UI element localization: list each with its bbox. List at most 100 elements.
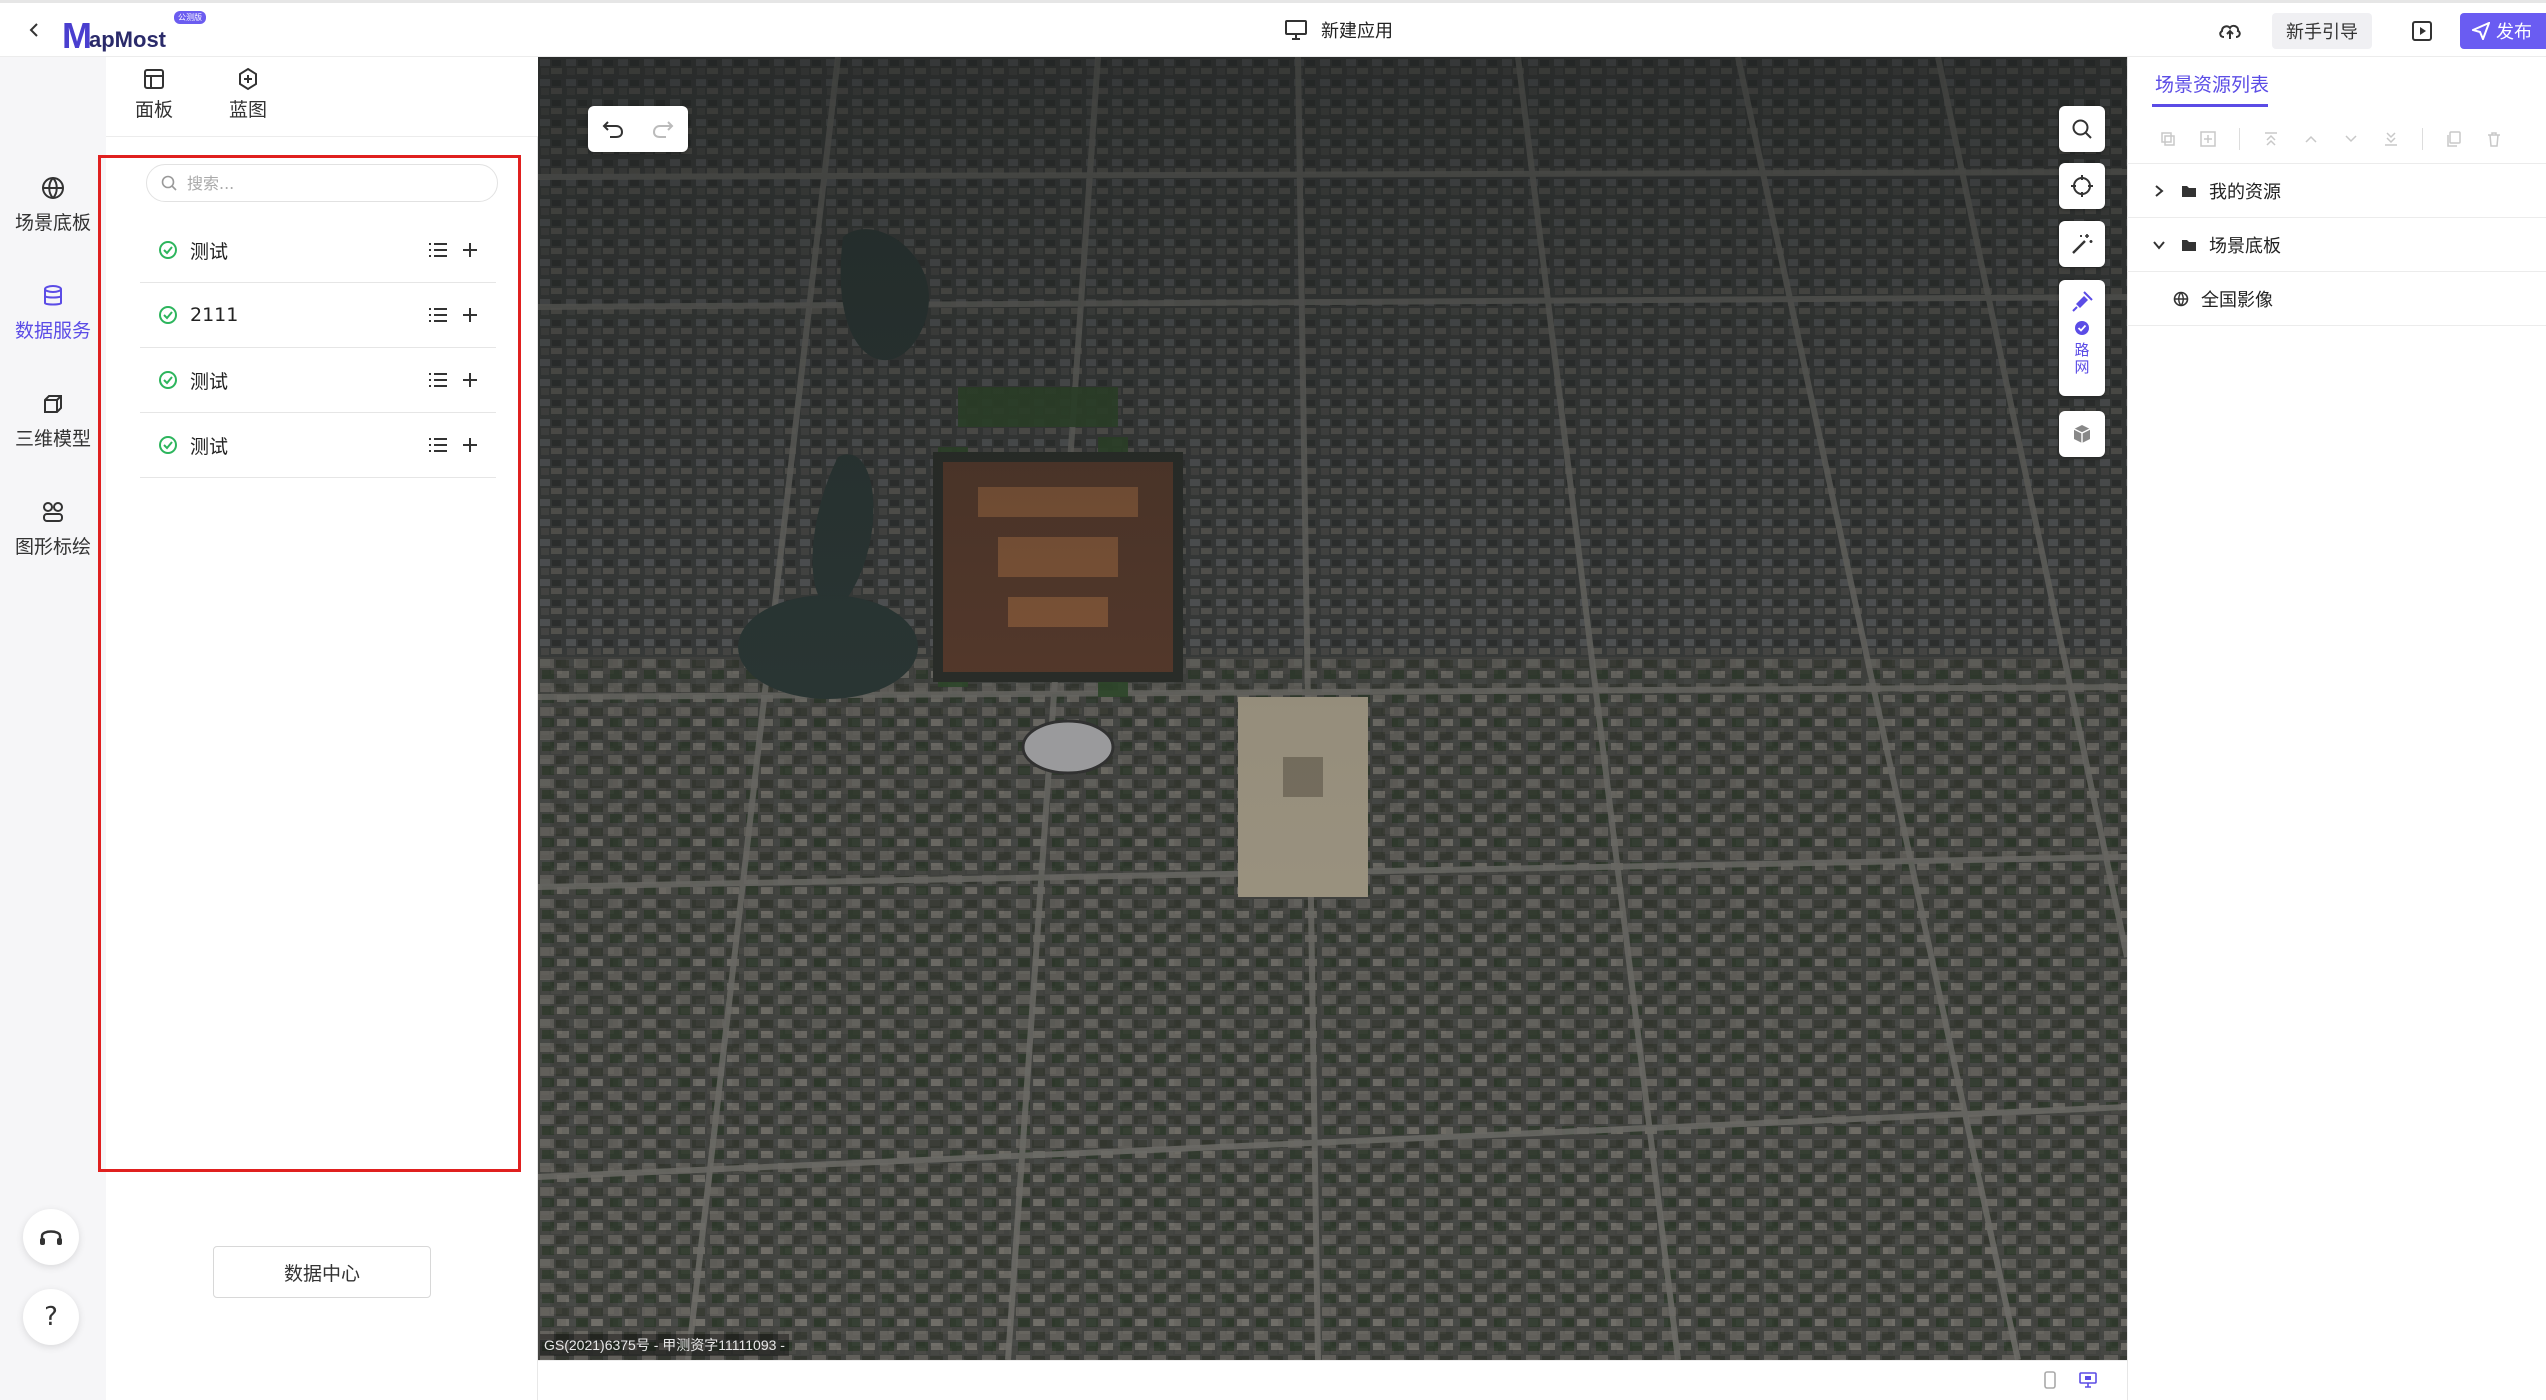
scene-resource-title[interactable]: 场景资源列表 (2155, 70, 2269, 107)
redo-icon (652, 121, 674, 138)
guide-button[interactable]: 新手引导 (2272, 13, 2372, 49)
plus-icon (463, 243, 477, 257)
database-icon (44, 285, 62, 306)
map-search-button[interactable] (2059, 106, 2105, 152)
sidebar-item-label: 三维模型 (14, 428, 91, 450)
tree-item-label: 全国影像 (2201, 289, 2273, 311)
tree-item-label: 场景底板 (2209, 235, 2281, 257)
chevron-right-icon[interactable] (2149, 184, 2169, 198)
chevron-left-icon (29, 23, 38, 37)
check-circle-icon (159, 371, 177, 389)
move-top-icon[interactable] (2262, 130, 2280, 148)
tree-item-label: 我的资源 (2209, 181, 2281, 203)
globe-icon (2173, 291, 2189, 307)
duplicate-icon[interactable] (2445, 130, 2463, 148)
search-box (146, 164, 498, 202)
cloud-upload-icon (2219, 24, 2241, 39)
map-model-button[interactable] (2059, 411, 2105, 457)
back-button[interactable] (20, 15, 50, 45)
tab-panel[interactable]: 面板 (119, 67, 189, 135)
chevron-down-icon[interactable] (2149, 240, 2169, 250)
toolbar-divider (2239, 127, 2240, 150)
data-item-name: 2111 (190, 304, 239, 326)
add-layer-button[interactable] (454, 429, 486, 461)
mobile-view-icon[interactable] (2043, 1371, 2057, 1389)
add-layer-button[interactable] (454, 299, 486, 331)
add-layer-button[interactable] (454, 364, 486, 396)
sidebar-item-3d-model[interactable]: 三维模型 (0, 392, 106, 451)
support-button[interactable] (23, 1209, 79, 1265)
blueprint-icon (239, 67, 257, 91)
undo-redo-group (588, 106, 688, 152)
plus-icon (463, 438, 477, 452)
tab-blueprint[interactable]: 蓝图 (213, 67, 283, 135)
resource-toolbar (2127, 114, 2546, 164)
data-center-button[interactable]: 数据中心 (213, 1246, 431, 1298)
layer-list-button[interactable] (422, 364, 454, 396)
sidebar-item-data-service[interactable]: 数据服务 (0, 284, 106, 343)
list-item[interactable]: 2111 (140, 283, 496, 348)
map-effect-button[interactable] (2059, 221, 2105, 267)
copy-layer-icon[interactable] (2159, 130, 2177, 148)
search-icon (2072, 119, 2092, 139)
move-up-icon[interactable] (2302, 130, 2320, 148)
send-icon (2472, 22, 2490, 40)
cube-icon (44, 395, 62, 413)
panel-icon (144, 69, 164, 89)
app-header: M apMost 公测版 新建应用 新手引导 发布 (0, 0, 2546, 57)
add-layer-button[interactable] (454, 234, 486, 266)
plus-icon (463, 308, 477, 322)
mapmost-logo: M apMost 公测版 (62, 11, 206, 56)
check-circle-icon (159, 241, 177, 259)
desktop-view-icon[interactable] (2079, 1371, 2097, 1389)
sidebar-item-scene-base[interactable]: 场景底板 (0, 176, 106, 235)
publish-button[interactable]: 发布 (2460, 13, 2546, 49)
cloud-save-button[interactable] (2210, 11, 2250, 51)
redo-button[interactable] (638, 106, 688, 152)
sidebar-item-graphic-draw[interactable]: 图形标绘 (0, 500, 106, 559)
undo-icon (602, 121, 624, 138)
headset-icon (40, 1230, 62, 1245)
search-icon (161, 175, 177, 191)
map-viewport[interactable] (538, 57, 2127, 1360)
list-item[interactable]: 测试 (140, 348, 496, 413)
left-sidebar (0, 57, 106, 1400)
plus-icon (463, 373, 477, 387)
move-down-icon[interactable] (2342, 130, 2360, 148)
group-layer-icon[interactable] (2199, 130, 2217, 148)
road-network-label: 路网 (2072, 342, 2091, 376)
tree-item-my-resources[interactable]: 我的资源 (2127, 164, 2546, 218)
play-icon (2412, 21, 2432, 41)
logo-mark: M (62, 15, 92, 56)
help-button[interactable]: ? (23, 1289, 79, 1345)
map-locate-button[interactable] (2059, 163, 2105, 209)
undo-button[interactable] (588, 106, 638, 152)
satellite-icon (2072, 291, 2093, 312)
sidebar-item-label: 图形标绘 (14, 536, 91, 558)
tree-item-national-imagery[interactable]: 全国影像 (2127, 272, 2546, 326)
preview-button[interactable] (2402, 11, 2442, 51)
list-icon (429, 243, 447, 257)
delete-icon[interactable] (2485, 130, 2503, 148)
data-item-name: 测试 (190, 370, 229, 393)
layer-list-button[interactable] (422, 429, 454, 461)
folder-icon (2181, 184, 2197, 198)
list-icon (429, 438, 447, 452)
map-attribution: GS(2021)6375号 - 甲测资字11111093 - (540, 1334, 789, 1356)
tree-item-scene-base[interactable]: 场景底板 (2127, 218, 2546, 272)
app-title-text: 新建应用 (1321, 21, 1393, 42)
list-item[interactable]: 测试 (140, 218, 496, 283)
logo-text: apMost (89, 27, 166, 52)
tab-panel-label: 面板 (134, 99, 173, 121)
map-footer (538, 1360, 2127, 1400)
layer-list-button[interactable] (422, 234, 454, 266)
sidebar-item-label: 数据服务 (14, 320, 91, 342)
check-circle-icon (159, 436, 177, 454)
search-input[interactable] (187, 173, 477, 193)
layer-list-button[interactable] (422, 299, 454, 331)
data-item-name: 测试 (190, 435, 229, 458)
list-item[interactable]: 测试 (140, 413, 496, 478)
move-bottom-icon[interactable] (2382, 130, 2400, 148)
sidebar-item-label: 场景底板 (14, 212, 91, 234)
map-satellite-toggle[interactable]: 路网 (2059, 280, 2105, 396)
